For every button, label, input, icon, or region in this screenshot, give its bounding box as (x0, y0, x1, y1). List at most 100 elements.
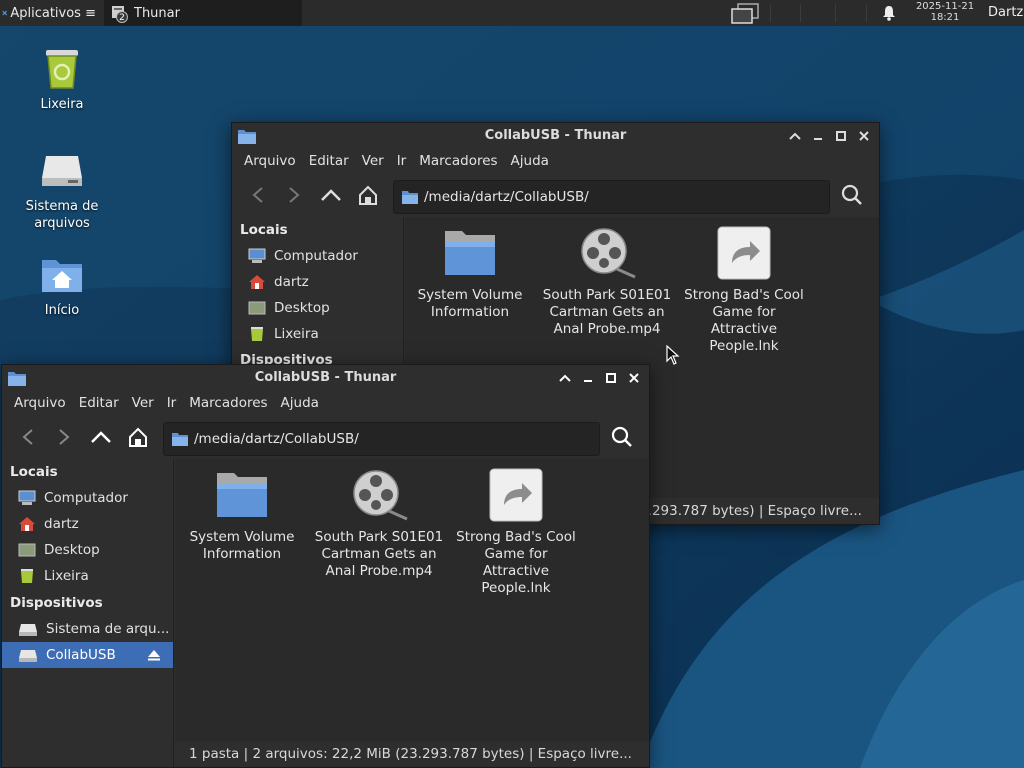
location-bar[interactable]: /media/dartz/CollabUSB/ (393, 180, 830, 214)
menu-view[interactable]: Ver (358, 153, 388, 169)
chevron-up-icon (558, 374, 571, 382)
sidebar-item-computer[interactable]: Computador (2, 485, 173, 511)
minimize-button[interactable] (576, 368, 599, 388)
search-button[interactable] (838, 181, 866, 209)
folder-icon (445, 231, 495, 275)
sidebar-heading-places: Locais (240, 222, 288, 238)
menu-edit[interactable]: Editar (75, 395, 123, 411)
file-item[interactable]: South Park S01E01 Cartman Gets an Anal P… (542, 225, 672, 338)
home-button[interactable] (124, 423, 152, 451)
applications-menu-button[interactable]: Aplicativos ≡ (0, 0, 100, 26)
folder-icon (402, 191, 418, 204)
desktop-icon-trash-label: Lixeira (40, 97, 84, 112)
file-item[interactable]: South Park S01E01 Cartman Gets an Anal P… (314, 467, 444, 580)
trash-icon (46, 50, 78, 89)
top-panel: Aplicativos ≡ 2 Thunar 2025-11-21 18:21 … (0, 0, 1024, 26)
menu-file[interactable]: Arquivo (240, 153, 300, 169)
file-item[interactable]: Strong Bad's Cool Game for Attractive Pe… (451, 467, 581, 597)
home-icon (19, 517, 35, 531)
close-icon (628, 373, 639, 383)
maximize-icon (835, 131, 846, 141)
back-button[interactable] (14, 423, 42, 451)
menu-edit[interactable]: Editar (305, 153, 353, 169)
parent-folder-button[interactable] (317, 181, 345, 209)
sidebar-item-computer[interactable]: Computador (232, 243, 403, 269)
menu-view[interactable]: Ver (128, 395, 158, 411)
sidebar-item-collabusb[interactable]: CollabUSB (2, 642, 173, 668)
search-icon (611, 426, 632, 447)
user-menu[interactable]: Dartz (988, 5, 1023, 20)
forward-button[interactable] (50, 423, 78, 451)
menu-file[interactable]: Arquivo (10, 395, 70, 411)
desktop-icon-filesystem[interactable]: Sistema de arquivos (7, 146, 117, 232)
maximize-button[interactable] (829, 126, 852, 146)
search-icon (841, 184, 862, 205)
trash-icon (21, 569, 33, 583)
arrow-forward-icon (289, 187, 300, 203)
arrow-forward-icon (59, 429, 70, 445)
roll-up-button[interactable] (553, 368, 576, 388)
forward-button[interactable] (280, 181, 308, 209)
sidebar-item-desktop[interactable]: Desktop (2, 537, 173, 563)
menu-help[interactable]: Ajuda (507, 153, 553, 169)
file-view[interactable]: System Volume Information South Park S01… (175, 459, 649, 741)
minimize-button[interactable] (806, 126, 829, 146)
sidebar-item-filesystem[interactable]: Sistema de arqu... (2, 616, 173, 642)
computer-icon (18, 490, 36, 505)
applications-menu-label: Aplicativos (10, 5, 81, 21)
notification-bell-icon[interactable] (880, 4, 898, 22)
xfce-logo-icon (2, 10, 8, 16)
home-button[interactable] (354, 181, 382, 209)
panel-separator (835, 4, 836, 22)
thunar-window-front[interactable]: CollabUSB - Thunar Arquivo Editar Ver Ir… (1, 364, 650, 768)
roll-up-button[interactable] (783, 126, 806, 146)
taskbar-thunar-button[interactable]: 2 Thunar (104, 0, 302, 26)
file-name: System Volume Information (189, 529, 295, 562)
drive-icon (19, 624, 37, 636)
sidebar-item-home[interactable]: dartz (2, 511, 173, 537)
window-titlebar[interactable]: CollabUSB - Thunar (232, 123, 879, 149)
arrow-up-icon (321, 189, 341, 201)
status-bar: 1 pasta | 2 arquivos: 22,2 MiB (23.293.7… (175, 741, 649, 767)
menu-bookmarks[interactable]: Marcadores (185, 395, 271, 411)
maximize-button[interactable] (599, 368, 622, 388)
sidebar-item-desktop[interactable]: Desktop (232, 295, 403, 321)
menu-go[interactable]: Ir (163, 395, 181, 411)
menu-bookmarks[interactable]: Marcadores (415, 153, 501, 169)
trash-icon (251, 327, 263, 341)
sidebar-item-label: Computador (274, 248, 358, 264)
sidebar-item-label: Sistema de arqu... (46, 621, 170, 637)
drive-icon (42, 156, 82, 186)
home-icon (129, 427, 147, 447)
close-button[interactable] (852, 126, 875, 146)
search-button[interactable] (608, 423, 636, 451)
file-item[interactable]: Strong Bad's Cool Game for Attractive Pe… (679, 225, 809, 355)
sidebar-item-label: Desktop (44, 542, 100, 558)
clock[interactable]: 2025-11-21 18:21 (906, 1, 984, 23)
location-bar[interactable]: /media/dartz/CollabUSB/ (163, 422, 600, 456)
file-item[interactable]: System Volume Information (405, 225, 535, 321)
desktop-icon-trash[interactable]: Lixeira (7, 44, 117, 113)
menu-help[interactable]: Ajuda (277, 395, 323, 411)
mouse-cursor-icon (666, 345, 680, 365)
menubar: Arquivo Editar Ver Ir Marcadores Ajuda (232, 149, 879, 173)
sidebar-item-trash[interactable]: Lixeira (232, 321, 403, 347)
toolbar: /media/dartz/CollabUSB/ (2, 415, 649, 459)
file-item[interactable]: System Volume Information (177, 467, 307, 563)
close-button[interactable] (622, 368, 645, 388)
chevron-up-icon (788, 132, 801, 140)
menu-go[interactable]: Ir (393, 153, 411, 169)
file-name: South Park S01E01 Cartman Gets an Anal P… (542, 287, 672, 337)
sidebar-item-home[interactable]: dartz (232, 269, 403, 295)
desktop-icon-home[interactable]: Início (7, 250, 117, 319)
parent-folder-button[interactable] (87, 423, 115, 451)
location-path: /media/dartz/CollabUSB/ (194, 431, 359, 447)
workspace-switcher-icon[interactable] (728, 2, 762, 24)
eject-icon[interactable] (147, 648, 161, 662)
back-button[interactable] (244, 181, 272, 209)
window-titlebar[interactable]: CollabUSB - Thunar (2, 365, 649, 391)
file-name: Strong Bad's Cool Game for Attractive Pe… (684, 287, 804, 354)
sidebar-item-trash[interactable]: Lixeira (2, 563, 173, 589)
file-name: South Park S01E01 Cartman Gets an Anal P… (314, 529, 444, 579)
minimize-icon (583, 380, 592, 382)
